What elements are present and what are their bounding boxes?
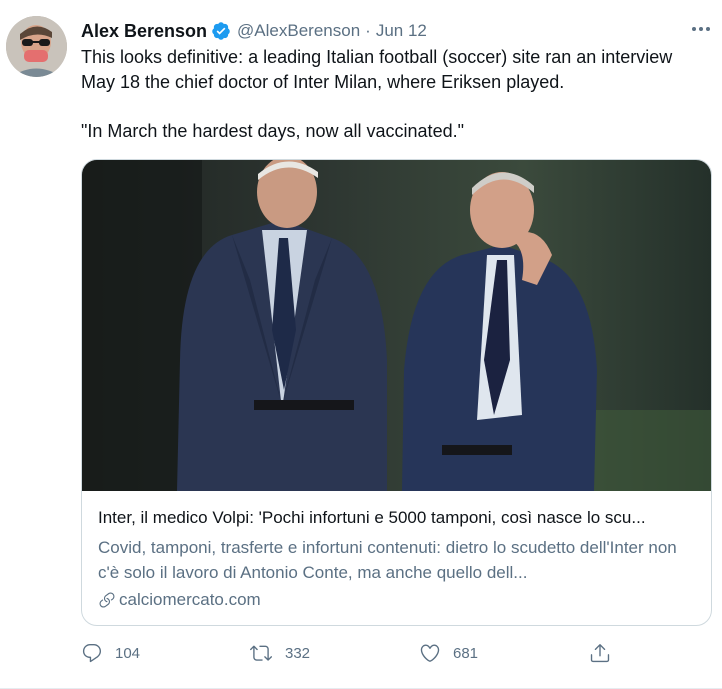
- share-button[interactable]: [589, 642, 623, 664]
- link-icon: [99, 592, 115, 608]
- tweet-text: This looks definitive: a leading Italian…: [81, 45, 706, 144]
- avatar[interactable]: [6, 16, 67, 77]
- tweet-text-paragraph: This looks definitive: a leading Italian…: [81, 47, 673, 92]
- dot-separator: ·: [365, 21, 371, 40]
- tweet-text-quote: "In March the hardest days, now all vacc…: [81, 121, 464, 141]
- reply-count: 104: [115, 644, 141, 662]
- tweet[interactable]: Alex Berenson @AlexBerenson · Jun 12 Thi…: [0, 0, 722, 689]
- more-options-icon[interactable]: [689, 17, 713, 41]
- link-card-description: Covid, tamponi, trasferte e infortuni co…: [98, 538, 677, 582]
- author-name[interactable]: Alex Berenson: [81, 21, 207, 42]
- like-button[interactable]: 681: [419, 642, 478, 664]
- tweet-actions: 104 332 681: [81, 642, 641, 670]
- reply-button[interactable]: 104: [81, 642, 140, 664]
- verified-badge-icon: [211, 21, 231, 41]
- reply-icon: [82, 644, 102, 663]
- link-card-image[interactable]: [82, 160, 711, 491]
- link-card[interactable]: Inter, il medico Volpi: 'Pochi infortuni…: [81, 159, 712, 626]
- like-count: 681: [453, 644, 479, 662]
- tweet-header: Alex Berenson @AlexBerenson · Jun 12: [81, 18, 427, 44]
- retweet-count: 332: [285, 644, 311, 662]
- link-card-title[interactable]: Inter, il medico Volpi: 'Pochi infortuni…: [98, 505, 698, 531]
- retweet-icon: [250, 645, 272, 661]
- tweet-date[interactable]: Jun 12: [376, 21, 427, 41]
- link-card-domain[interactable]: calciomercato.com: [98, 587, 698, 613]
- author-handle[interactable]: @AlexBerenson: [237, 21, 360, 41]
- link-card-body: Inter, il medico Volpi: 'Pochi infortuni…: [98, 505, 698, 613]
- link-card-domain-text: calciomercato.com: [119, 590, 261, 609]
- heart-icon: [420, 644, 440, 662]
- retweet-button[interactable]: 332: [249, 642, 310, 664]
- share-icon: [590, 644, 610, 663]
- avatar-photo: [6, 16, 67, 77]
